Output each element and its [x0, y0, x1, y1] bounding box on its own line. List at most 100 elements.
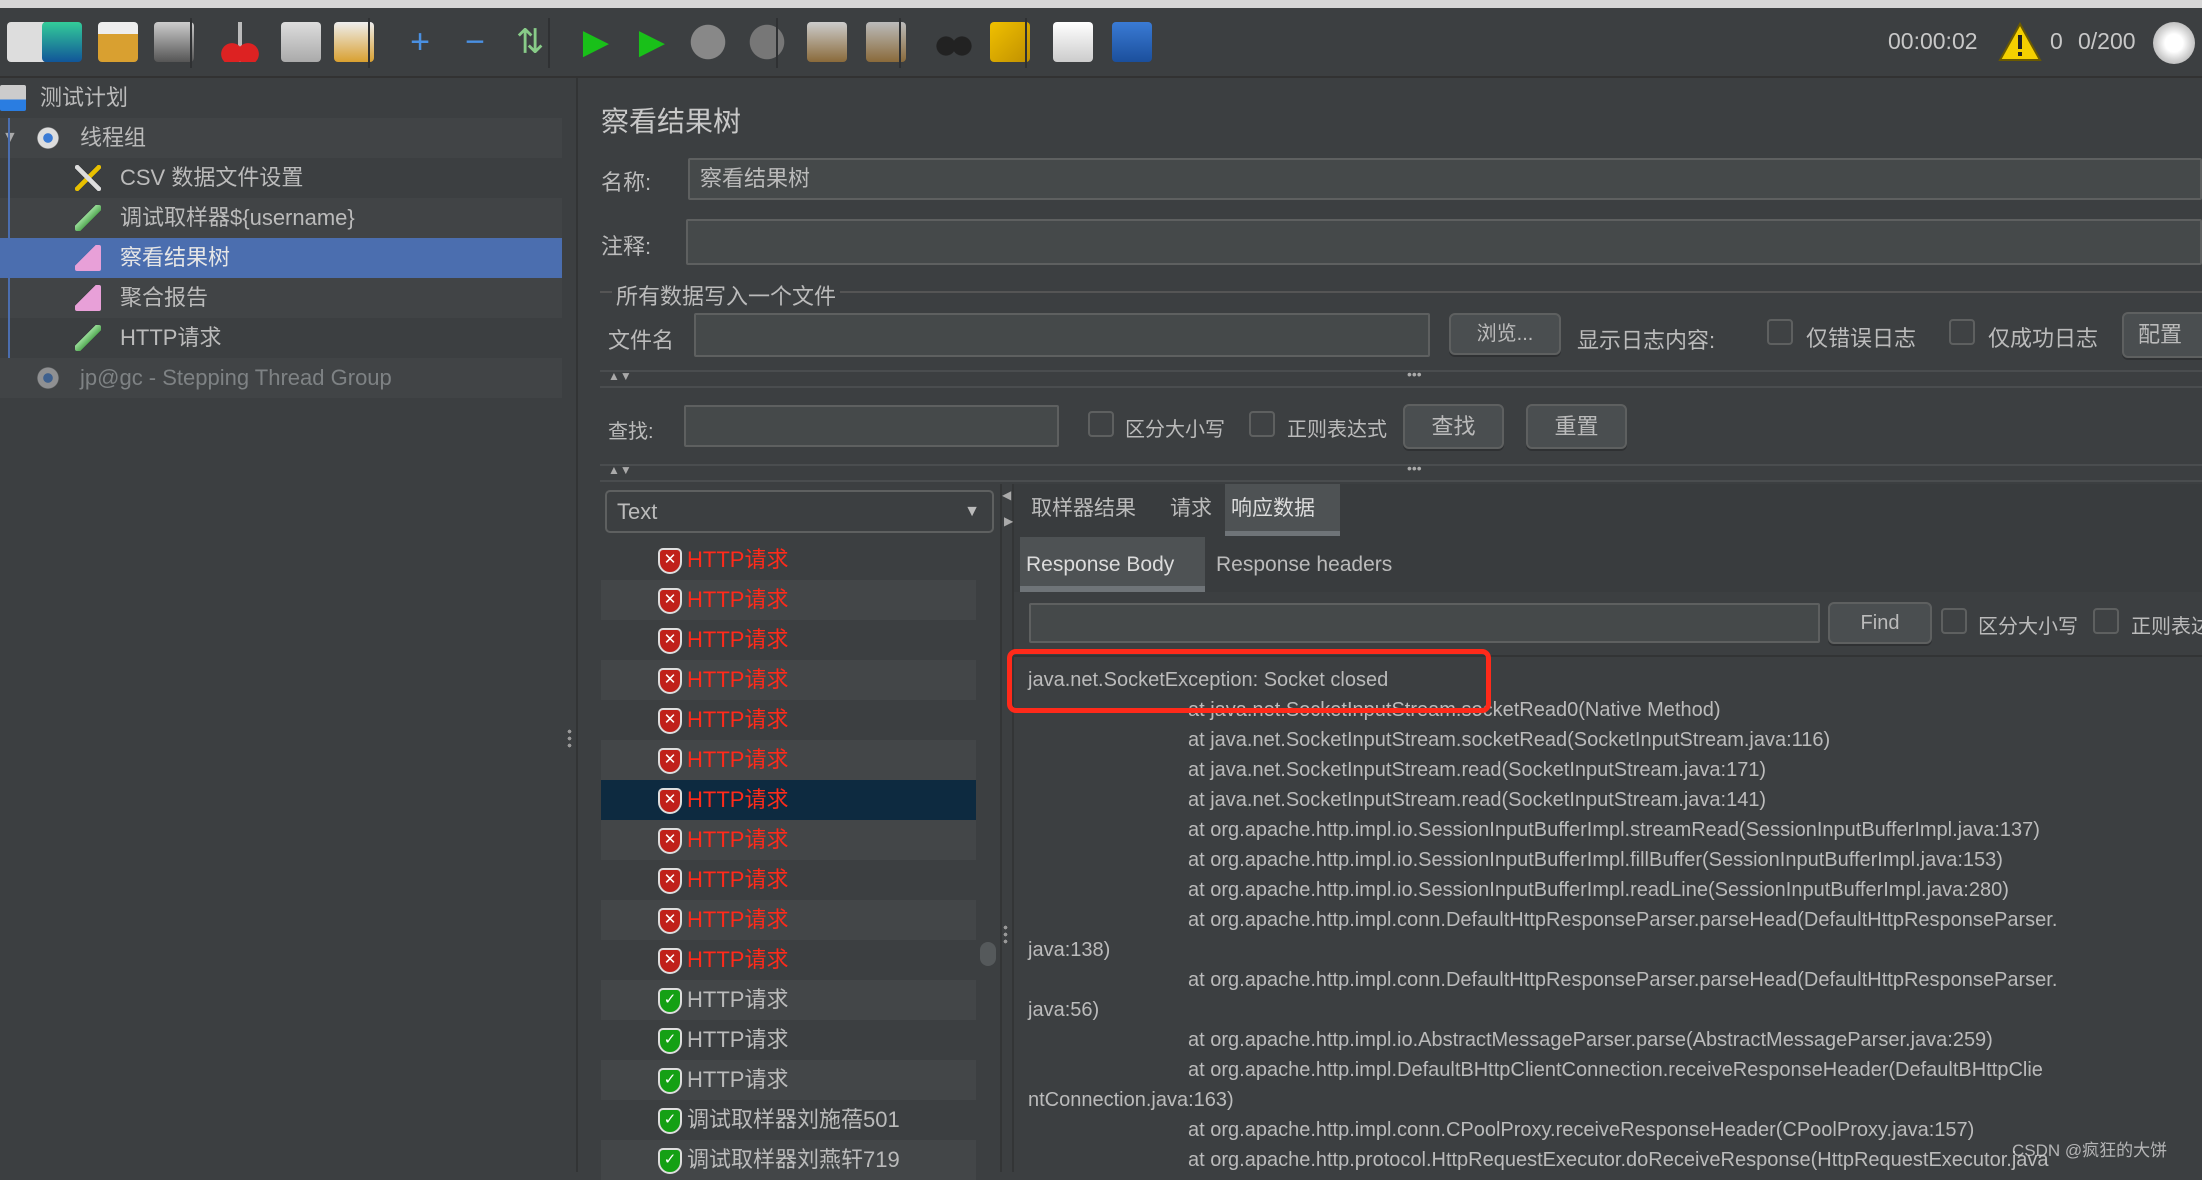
response-case-checkbox[interactable] [1941, 608, 1967, 634]
toolbar-separator [899, 18, 901, 68]
browse-button[interactable]: 浏览... [1449, 313, 1561, 355]
search-icon[interactable] [934, 22, 974, 62]
configure-button[interactable]: 配置 [2122, 312, 2202, 358]
case-sensitive-checkbox[interactable] [1088, 411, 1114, 437]
expand-collapse-arrows-icon[interactable]: ▲▼ [608, 369, 632, 383]
body-line: at org.apache.http.impl.conn.CPoolProxy.… [1188, 1119, 1975, 1141]
tab-sampler-result[interactable]: 取样器结果 [1025, 484, 1160, 536]
tree-item-label: CSV 数据文件设置 [120, 165, 304, 190]
comment-input[interactable] [686, 219, 2202, 265]
renderer-value: Text [617, 499, 658, 524]
response-regex-checkbox[interactable] [2093, 608, 2119, 634]
regex-checkbox[interactable] [1249, 411, 1275, 437]
split-handle[interactable]: ▲▼ ••• [600, 366, 2202, 388]
reset-button[interactable]: 重置 [1526, 404, 1627, 449]
result-row[interactable]: ✕ HTTP请求 [601, 780, 976, 820]
result-label: HTTP请求 [687, 747, 789, 772]
result-row[interactable]: ✓ HTTP请求 [601, 1060, 976, 1100]
log-content-label: 显示日志内容: [1577, 328, 1716, 353]
collapse-icon[interactable]: − [455, 22, 495, 62]
expand-right-icon[interactable]: ▶ [1004, 514, 1013, 528]
result-row[interactable]: ✕ HTTP请求 [601, 580, 976, 620]
response-body-text[interactable]: java.net.SocketException: Socket closed a… [1014, 657, 2202, 1172]
error-shield-icon: ✕ [658, 668, 682, 694]
toggle-icon[interactable]: ⇅ [510, 22, 550, 62]
split-handle[interactable]: ▲▼ ••• [600, 460, 2202, 482]
result-label: HTTP请求 [687, 867, 789, 892]
subtab-response-headers[interactable]: Response headers [1210, 537, 1410, 592]
save-icon[interactable] [154, 22, 194, 62]
success-shield-icon: ✓ [658, 1148, 682, 1174]
filename-input[interactable] [694, 313, 1430, 357]
help-icon[interactable] [1112, 22, 1152, 62]
success-only-checkbox[interactable] [1949, 319, 1975, 345]
tree-item[interactable]: 聚合报告 [0, 278, 562, 318]
remote-status-icon [2153, 22, 2195, 64]
response-find-button[interactable]: Find [1828, 602, 1932, 644]
tree-item[interactable]: 察看结果树 [0, 238, 562, 278]
tree-item[interactable]: CSV 数据文件设置 [0, 158, 562, 198]
result-row[interactable]: ✕ HTTP请求 [601, 700, 976, 740]
stop-icon[interactable] [688, 22, 728, 62]
reset-search-icon[interactable] [990, 22, 1030, 62]
open-icon[interactable] [98, 22, 138, 62]
shutdown-icon[interactable] [747, 22, 787, 62]
errors-only-checkbox[interactable] [1767, 319, 1793, 345]
tree-item-label: 线程组 [80, 125, 147, 150]
result-row[interactable]: ✓ HTTP请求 [601, 1020, 976, 1060]
result-row[interactable]: ✓ 调试取样器刘燕轩719 [601, 1140, 976, 1180]
main-split-divider[interactable] [562, 78, 578, 1172]
start-no-pause-icon[interactable]: ▶ [632, 22, 672, 62]
function-helper-icon[interactable] [1053, 22, 1093, 62]
expand-collapse-arrows-icon[interactable]: ▲▼ [608, 463, 632, 477]
templates-icon[interactable] [42, 22, 82, 62]
drag-handle-icon[interactable] [567, 728, 572, 750]
drag-dots-icon[interactable]: ••• [1407, 366, 1422, 382]
error-shield-icon: ✕ [658, 908, 682, 934]
tree-item[interactable]: 调试取样器${username} [0, 198, 562, 238]
tree-item[interactable]: HTTP请求 [0, 318, 562, 358]
find-button[interactable]: 查找 [1403, 404, 1504, 449]
result-row[interactable]: ✕ HTTP请求 [601, 860, 976, 900]
response-find-input[interactable] [1029, 603, 1820, 643]
tree-item[interactable]: ▼线程组 [0, 118, 562, 158]
tab-request[interactable]: 请求 [1164, 484, 1222, 536]
thread-group-gear-icon [35, 365, 61, 391]
search-input[interactable] [684, 405, 1059, 447]
body-line: at org.apache.http.impl.conn.DefaultHttp… [1188, 909, 2058, 931]
cut-icon[interactable] [220, 22, 260, 62]
expand-icon[interactable]: + [400, 22, 440, 62]
collapse-left-icon[interactable]: ◀ [1002, 488, 1011, 502]
active-threads: 0/200 [2078, 28, 2136, 54]
tree-item[interactable]: 测试计划 [0, 78, 562, 118]
result-row[interactable]: ✕ HTTP请求 [601, 820, 976, 860]
result-row[interactable]: ✓ HTTP请求 [601, 980, 976, 1020]
result-row[interactable]: ✓ 调试取样器刘施蓓501 [601, 1100, 976, 1140]
body-line: at org.apache.http.impl.conn.DefaultHttp… [1188, 969, 2058, 991]
copy-icon[interactable] [281, 22, 321, 62]
name-input[interactable]: 察看结果树 [688, 158, 2202, 200]
subtab-response-body[interactable]: Response Body [1020, 537, 1205, 592]
tab-response-data[interactable]: 响应数据 [1225, 484, 1340, 536]
result-row[interactable]: ✕ HTTP请求 [601, 620, 976, 660]
start-icon[interactable]: ▶ [576, 22, 616, 62]
new-plan-icon[interactable] [7, 22, 47, 62]
body-line: at org.apache.http.impl.io.SessionInputB… [1188, 849, 2003, 871]
result-row[interactable]: ✕ HTTP请求 [601, 900, 976, 940]
warning-icon[interactable] [1998, 22, 2042, 62]
test-plan-tree: 测试计划 ▼线程组 CSV 数据文件设置调试取样器${username} 察看结果树聚… [0, 78, 562, 1172]
drag-handle-icon[interactable] [1003, 924, 1008, 946]
result-label: HTTP请求 [687, 587, 789, 612]
result-label: 调试取样器刘燕轩719 [687, 1147, 900, 1172]
result-row[interactable]: ✕ HTTP请求 [601, 660, 976, 700]
result-row[interactable]: ✕ HTTP请求 [601, 540, 976, 580]
result-row[interactable]: ✕ HTTP请求 [601, 940, 976, 980]
result-row[interactable]: ✕ HTTP请求 [601, 740, 976, 780]
results-split-divider[interactable]: ◀ ▶ [1000, 484, 1014, 1172]
drag-dots-icon[interactable]: ••• [1407, 460, 1422, 476]
tree-item[interactable]: jp@gc - Stepping Thread Group [0, 358, 562, 398]
clear-icon[interactable] [807, 22, 847, 62]
renderer-select[interactable]: Text ▼ [605, 490, 994, 533]
results-scrollbar[interactable] [980, 942, 996, 966]
response-case-label: 区分大小写 [1978, 616, 2078, 638]
